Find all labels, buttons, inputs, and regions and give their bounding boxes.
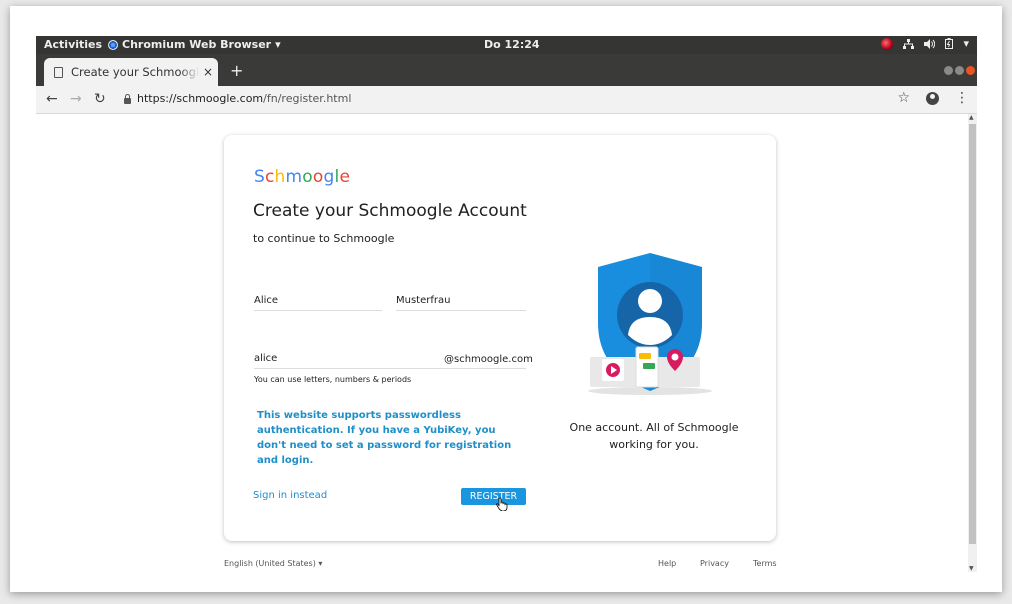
logo-letter: e <box>339 167 351 187</box>
reload-button[interactable]: ↻ <box>94 91 106 107</box>
desktop-screen: Activities Chromium Web Browser ▾ Do 12:… <box>36 36 977 572</box>
network-icon <box>903 38 915 49</box>
sign-in-instead-link[interactable]: Sign in instead <box>253 490 327 501</box>
logo-letter: g <box>323 167 335 187</box>
logo-letter: S <box>254 167 265 187</box>
address-bar[interactable]: https://schmoogle.com/fn/register.html <box>124 92 351 105</box>
app-menu-label: Chromium Web Browser <box>122 38 272 51</box>
passwordless-notice: This website supports passwordless authe… <box>257 410 512 466</box>
hand-cursor-icon <box>496 497 508 511</box>
back-button[interactable]: ← <box>46 91 58 107</box>
browser-toolbar: ← → ↻ https://schmoogle.com/fn/register.… <box>36 86 977 114</box>
battery-icon <box>945 38 954 49</box>
last-name-input[interactable] <box>396 295 526 311</box>
lock-icon <box>124 93 131 104</box>
tab-title: Create your Schmoogle Account <box>71 65 199 79</box>
tagline: One account. All of Schmoogle working fo… <box>564 419 744 453</box>
recording-indicator-icon[interactable] <box>881 37 894 50</box>
url-host: https://schmoogle.com <box>137 92 264 105</box>
chevron-down-icon: ▾ <box>275 38 281 51</box>
schmoogle-logo: Schmoogle <box>254 167 350 187</box>
chevron-down-icon: ▾ <box>318 559 323 568</box>
help-link[interactable]: Help <box>658 559 676 568</box>
system-menu-arrow-icon: ▾ <box>963 37 969 50</box>
privacy-link[interactable]: Privacy <box>700 559 729 568</box>
username-hint: You can use letters, numbers & periods <box>254 375 412 384</box>
maximize-button[interactable] <box>955 66 964 75</box>
page-icon <box>54 66 63 78</box>
scroll-up-icon[interactable]: ▲ <box>969 114 974 121</box>
first-name-input[interactable] <box>254 295 382 311</box>
account-icon[interactable] <box>926 91 939 105</box>
browser-menu-icon[interactable]: ⋮ <box>955 90 969 106</box>
page-subtitle: to continue to Schmoogle <box>253 232 395 245</box>
scroll-down-icon[interactable]: ▼ <box>969 565 974 572</box>
language-label: English (United States) <box>224 559 316 568</box>
clock[interactable]: Do 12:24 <box>484 38 540 51</box>
logo-letter: h <box>274 167 286 187</box>
tagline-line-2: working for you. <box>609 438 699 451</box>
username-domain-suffix: @schmoogle.com <box>444 354 533 365</box>
url-path: /fn/register.html <box>263 92 352 105</box>
window-close-button[interactable] <box>966 66 975 75</box>
minimize-button[interactable] <box>944 66 953 75</box>
forward-button[interactable]: → <box>70 91 82 107</box>
tab-strip: Create your Schmoogle Account × + <box>36 54 977 86</box>
window-controls <box>944 66 975 75</box>
scrollbar-thumb[interactable] <box>969 124 976 544</box>
logo-letter: o <box>302 167 313 187</box>
logo-letter: c <box>265 167 275 187</box>
tab-close-icon[interactable]: × <box>203 65 213 79</box>
logo-letter: m <box>285 167 303 187</box>
page-scrollbar[interactable]: ▲ ▼ <box>968 114 977 572</box>
register-button[interactable]: REGISTER <box>461 488 526 505</box>
chromium-icon <box>108 39 118 50</box>
screenshot-frame: Activities Chromium Web Browser ▾ Do 12:… <box>10 6 1002 592</box>
signup-card: Schmoogle Create your Schmoogle Account … <box>224 135 776 541</box>
bookmark-star-icon[interactable]: ☆ <box>897 90 910 106</box>
tagline-line-1: One account. All of Schmoogle <box>569 421 739 434</box>
system-tray[interactable]: ▾ <box>881 37 969 50</box>
activities-button[interactable]: Activities <box>44 38 102 51</box>
new-tab-button[interactable]: + <box>230 61 243 80</box>
page-content: Schmoogle Create your Schmoogle Account … <box>36 114 968 572</box>
logo-letter: o <box>312 167 324 187</box>
page-title: Create your Schmoogle Account <box>253 201 527 221</box>
volume-icon <box>924 38 936 49</box>
language-selector[interactable]: English (United States) ▾ <box>224 559 322 568</box>
terms-link[interactable]: Terms <box>753 559 777 568</box>
account-shield-illustration <box>588 253 712 395</box>
gnome-top-bar: Activities Chromium Web Browser ▾ Do 12:… <box>36 36 977 54</box>
app-menu[interactable]: Chromium Web Browser ▾ <box>108 38 281 51</box>
toolbar-actions: ☆ ⋮ <box>897 90 969 106</box>
tab-active[interactable]: Create your Schmoogle Account × <box>44 58 218 86</box>
